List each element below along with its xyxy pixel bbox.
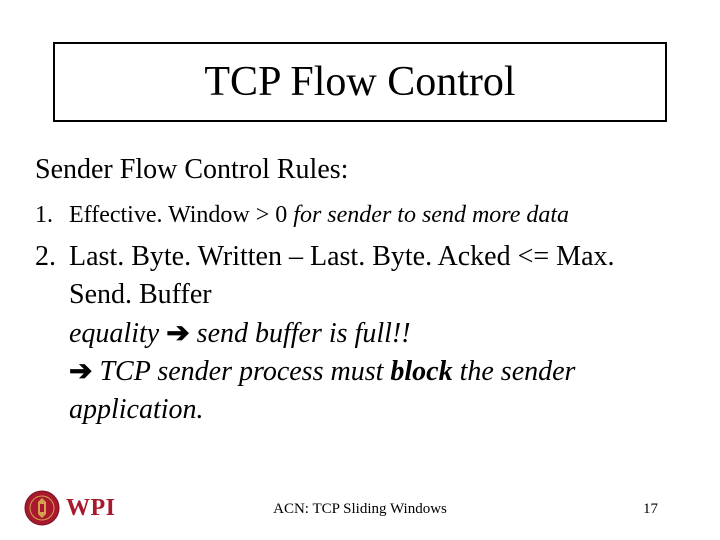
arrow-icon: ➔ bbox=[166, 317, 189, 348]
rule-1: 1.Effective. Window > 0 for sender to se… bbox=[35, 200, 680, 230]
rule-2-proc1: TCP sender process must bbox=[92, 356, 390, 387]
subtitle: Sender Flow Control Rules: bbox=[35, 154, 348, 186]
rule-1-condition: Effective. Window > 0 bbox=[69, 202, 287, 228]
rule-2-line1: Last. Byte. Written – Last. Byte. Acked … bbox=[69, 241, 615, 310]
rule-2-body: Last. Byte. Written – Last. Byte. Acked … bbox=[69, 238, 659, 429]
page-number: 17 bbox=[643, 501, 658, 518]
rule-2-equality: equality bbox=[69, 318, 166, 349]
rule-1-rest: for sender to send more data bbox=[287, 202, 569, 228]
rule-2: 2.Last. Byte. Written – Last. Byte. Acke… bbox=[35, 238, 680, 429]
rule-2-full: send buffer is full!! bbox=[190, 318, 411, 349]
title-box: TCP Flow Control bbox=[53, 42, 667, 122]
rule-2-block: block bbox=[390, 356, 452, 387]
footer-center: ACN: TCP Sliding Windows bbox=[0, 501, 720, 518]
slide-title: TCP Flow Control bbox=[204, 58, 515, 106]
rule-1-number: 1. bbox=[35, 200, 69, 230]
rule-2-number: 2. bbox=[35, 238, 69, 276]
arrow-icon: ➔ bbox=[69, 355, 92, 386]
slide: TCP Flow Control Sender Flow Control Rul… bbox=[0, 0, 720, 540]
